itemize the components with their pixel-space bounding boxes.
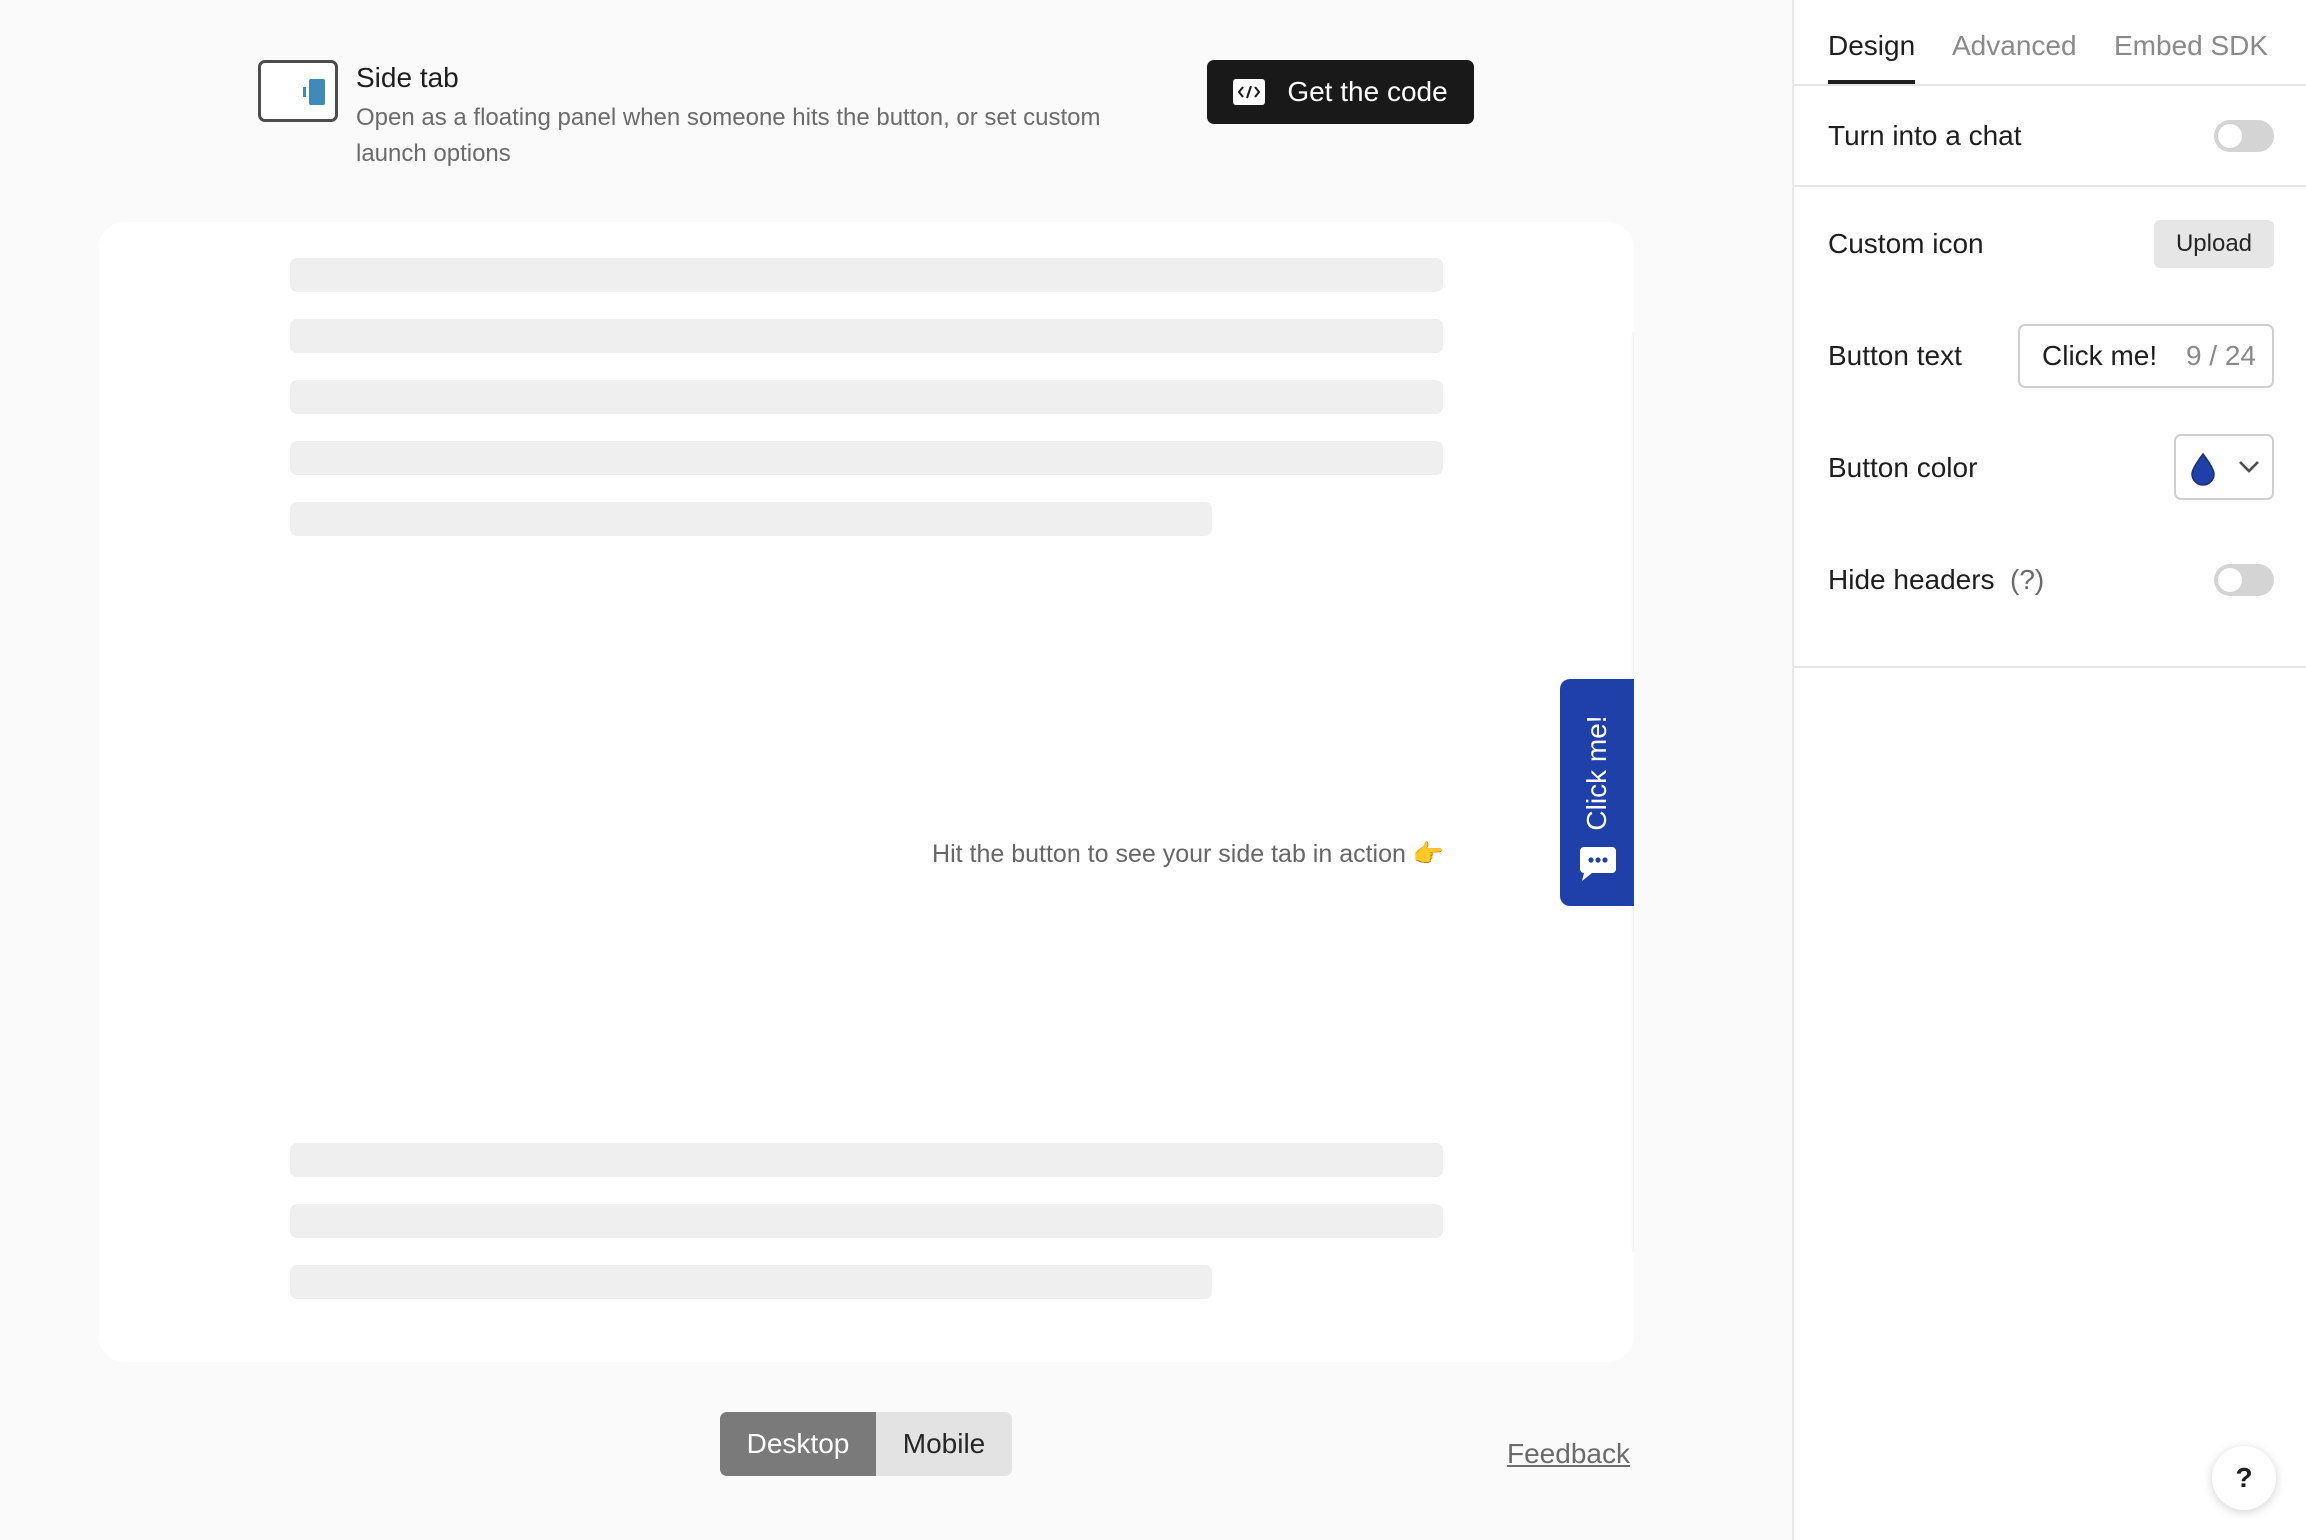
character-counter: 9 / 24 — [2185, 340, 2256, 371]
custom-icon-label: Custom icon — [1828, 228, 1984, 259]
tab-advanced[interactable]: Advanced — [1952, 30, 2077, 62]
embed-type-description: Open as a floating panel when someone hi… — [356, 104, 1101, 167]
mobile-toggle-button[interactable]: Mobile — [876, 1412, 1012, 1476]
divider — [1794, 666, 2306, 668]
button-color-label: Button color — [1828, 452, 1978, 483]
upload-button[interactable]: Upload — [2154, 220, 2274, 268]
skeleton-line — [290, 1204, 1443, 1238]
button-text-value: Click me! — [2042, 340, 2158, 371]
toggle-knob — [2218, 568, 2242, 592]
chevron-down-icon — [2238, 460, 2260, 479]
hide-headers-help[interactable]: (?) — [2010, 564, 2044, 596]
hide-headers-label: Hide headers — [1828, 564, 1995, 595]
main-area: Side tab Open as a floating panel when s… — [0, 0, 1792, 1540]
button-text-input[interactable]: Click me! 9 / 24 — [2018, 324, 2274, 388]
turn-into-chat-label: Turn into a chat — [1828, 120, 2022, 151]
skeleton-line — [290, 502, 1212, 536]
embed-type-title: Side tab — [356, 62, 459, 93]
toggle-knob — [2218, 124, 2242, 148]
feedback-link[interactable]: Feedback — [1507, 1438, 1630, 1470]
device-switch: Desktop Mobile — [720, 1412, 1012, 1476]
code-icon — [1233, 79, 1266, 105]
side-tab-label: Click me! — [1581, 715, 1612, 831]
skeleton-line — [290, 1143, 1443, 1177]
side-tab-button[interactable]: Click me! — [1560, 679, 1634, 906]
skeleton-line — [290, 1265, 1212, 1299]
side-tab-embed-icon — [258, 60, 338, 122]
skeleton-line — [290, 380, 1443, 414]
tab-embed-sdk[interactable]: Embed SDK — [2114, 30, 2268, 62]
settings-panel: Design Advanced Embed SDK Turn into a ch… — [1792, 0, 2306, 1540]
settings-tabs: Design Advanced Embed SDK — [1794, 0, 2306, 86]
hide-headers-toggle[interactable] — [2214, 564, 2274, 596]
button-text-label: Button text — [1828, 340, 1962, 371]
color-drop-icon — [2188, 452, 2218, 491]
preview-canvas: Hit the button to see your side tab in a… — [99, 222, 1634, 1362]
tab-design[interactable]: Design — [1828, 30, 1916, 84]
button-color-select[interactable] — [2174, 434, 2274, 500]
help-button[interactable]: ? — [2212, 1446, 2276, 1510]
desktop-toggle-button[interactable]: Desktop — [720, 1412, 876, 1476]
skeleton-line — [290, 319, 1443, 353]
turn-into-chat-toggle[interactable] — [2214, 120, 2274, 152]
chat-bubble-icon — [1578, 843, 1618, 888]
get-the-code-label: Get the code — [1287, 76, 1448, 107]
skeleton-line — [290, 258, 1443, 292]
preview-hint-text: Hit the button to see your side tab in a… — [932, 840, 1444, 868]
skeleton-line — [290, 441, 1443, 475]
get-the-code-button[interactable]: Get the code — [1207, 60, 1474, 124]
divider — [1794, 185, 2306, 187]
